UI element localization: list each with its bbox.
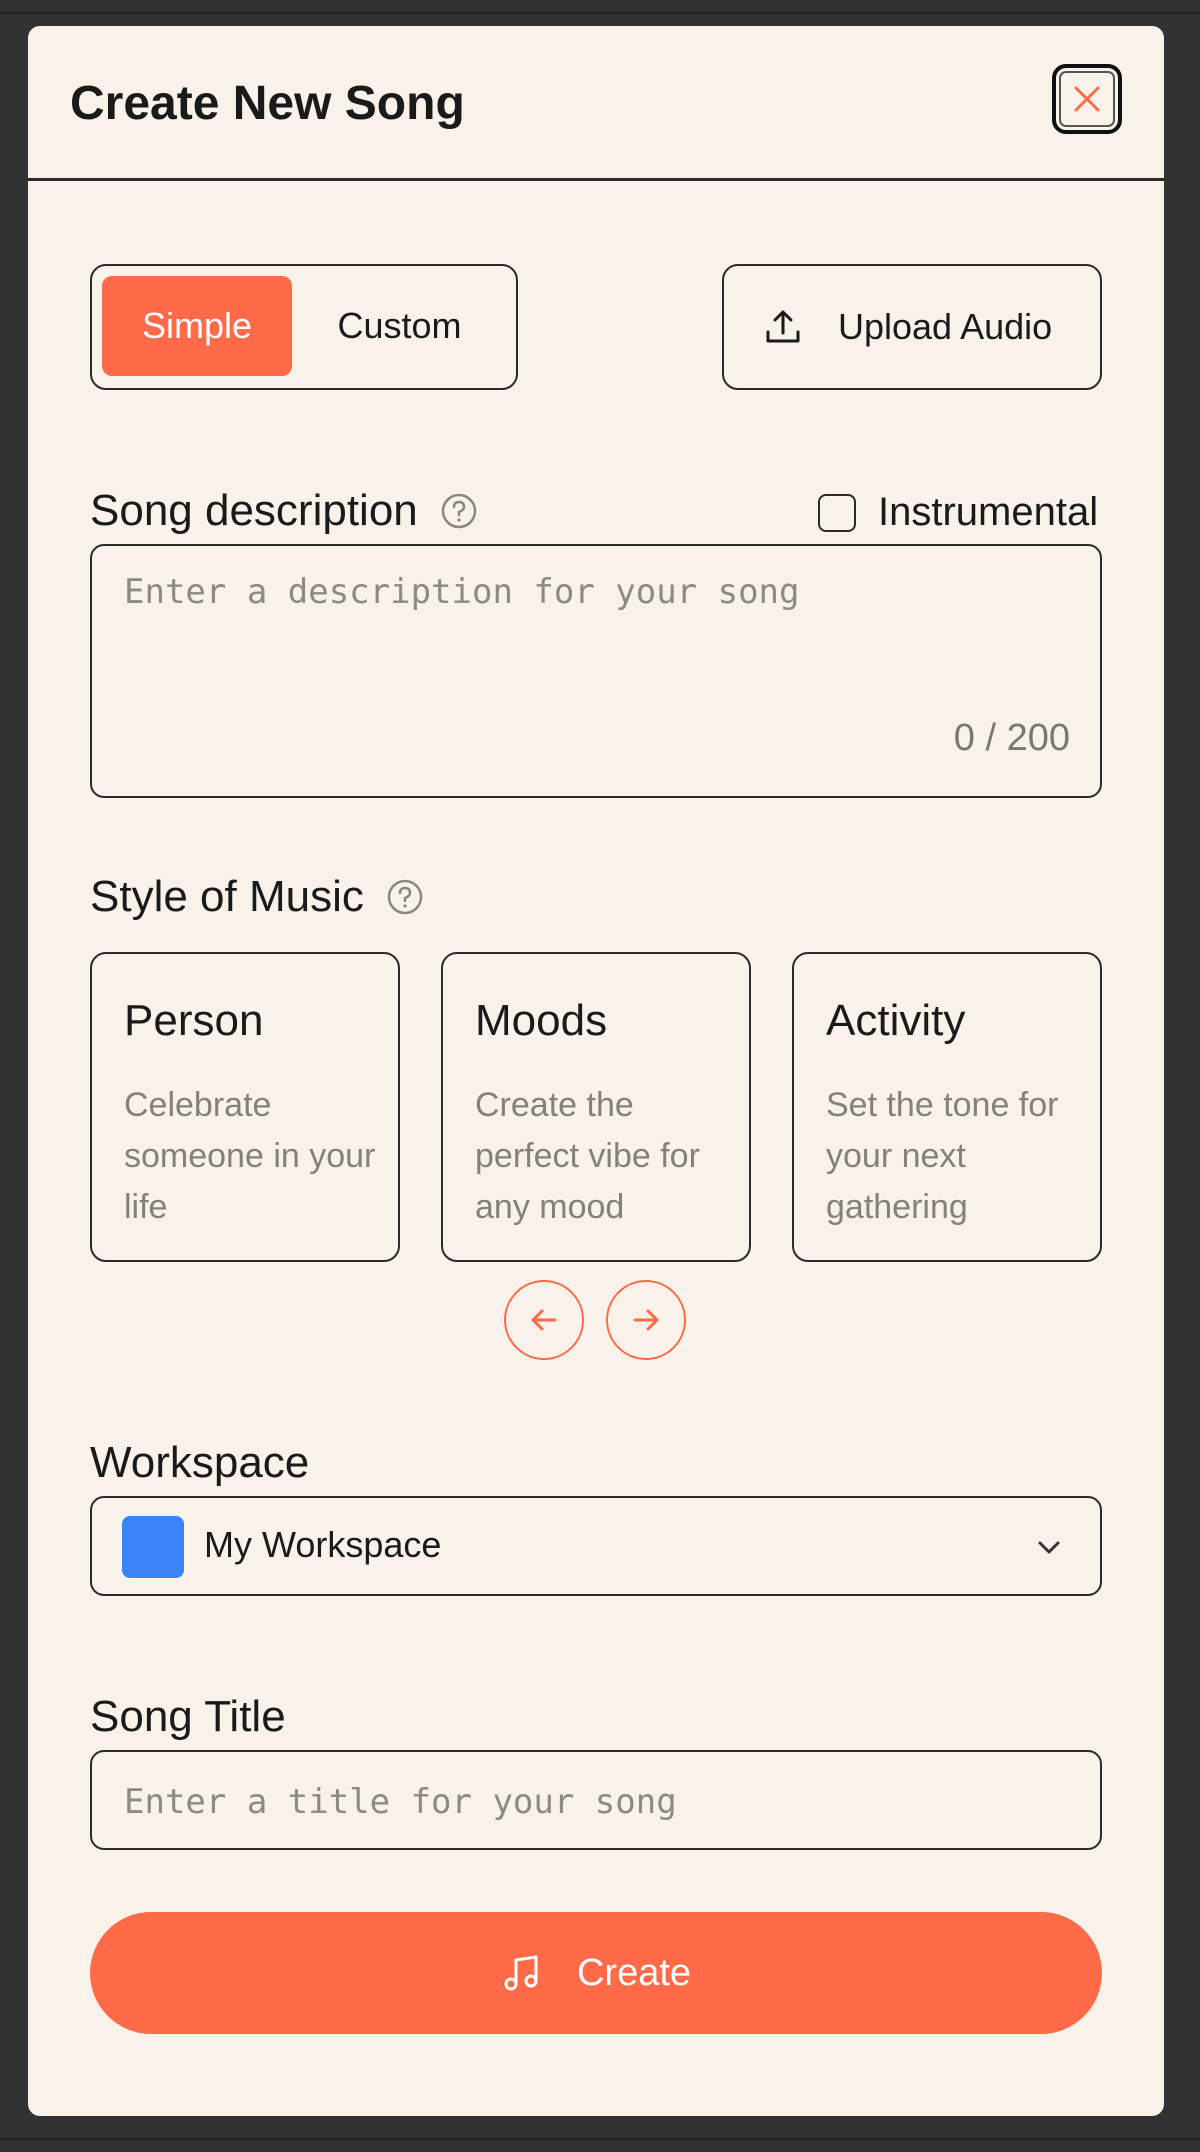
create-button[interactable]: Create <box>90 1912 1102 2034</box>
help-icon[interactable] <box>440 492 478 530</box>
close-button[interactable] <box>1052 64 1122 134</box>
carousel-prev-button[interactable] <box>504 1280 584 1360</box>
song-title-field <box>90 1750 1102 1850</box>
music-note-icon <box>501 1953 541 1993</box>
workspace-selected-value: My Workspace <box>204 1524 442 1565</box>
style-card-title: Person <box>124 996 264 1045</box>
help-icon[interactable] <box>386 878 424 916</box>
arrow-right-icon <box>629 1303 663 1337</box>
character-counter: 0 / 200 <box>953 717 1070 759</box>
arrow-left-icon <box>527 1303 561 1337</box>
description-input[interactable] <box>122 570 1076 714</box>
style-card-title: Moods <box>475 996 608 1045</box>
style-label-row: Style of Music <box>90 872 424 922</box>
style-card-moods[interactable]: Moods Create the perfect vibe for any mo… <box>441 952 751 1262</box>
description-label: Song description <box>90 486 418 535</box>
workspace-select[interactable]: My Workspace <box>90 1496 1102 1596</box>
mode-custom-button[interactable]: Custom <box>297 276 502 376</box>
style-card-description: Set the tone for your next gathering <box>826 1086 1059 1226</box>
style-label: Style of Music <box>90 872 364 921</box>
style-card-activity[interactable]: Activity Set the tone for your next gath… <box>792 952 1102 1262</box>
upload-icon <box>764 308 802 346</box>
style-card-description: Create the perfect vibe for any mood <box>475 1086 700 1226</box>
workspace-color-swatch <box>122 1516 184 1578</box>
description-field: 0 / 200 <box>90 544 1102 798</box>
instrumental-checkbox[interactable] <box>818 493 856 532</box>
song-title-label: Song Title <box>90 1692 286 1741</box>
style-card-description: Celebrate someone in your life <box>124 1086 376 1226</box>
workspace-label: Workspace <box>90 1438 310 1487</box>
upload-audio-button[interactable]: Upload Audio <box>722 264 1102 390</box>
instrumental-toggle[interactable]: Instrumental <box>818 490 1098 535</box>
close-icon <box>1072 84 1102 114</box>
upload-audio-label: Upload Audio <box>838 306 1053 347</box>
create-label: Create <box>576 1951 692 1994</box>
mode-simple-button[interactable]: Simple <box>102 276 292 376</box>
dialog-header: Create New Song <box>28 26 1164 181</box>
create-song-dialog: Create New Song Simple Custom Upload Aud… <box>28 26 1164 2116</box>
instrumental-label: Instrumental <box>878 490 1099 534</box>
dialog-title: Create New Song <box>70 77 465 130</box>
chevron-down-icon <box>1034 1532 1064 1562</box>
style-card-person[interactable]: Person Celebrate someone in your life <box>90 952 400 1262</box>
song-title-input[interactable] <box>122 1776 1066 1828</box>
carousel-next-button[interactable] <box>606 1280 686 1360</box>
description-label-row: Song description <box>90 486 478 536</box>
mode-toggle: Simple Custom <box>90 264 518 390</box>
style-card-title: Activity <box>826 996 966 1045</box>
